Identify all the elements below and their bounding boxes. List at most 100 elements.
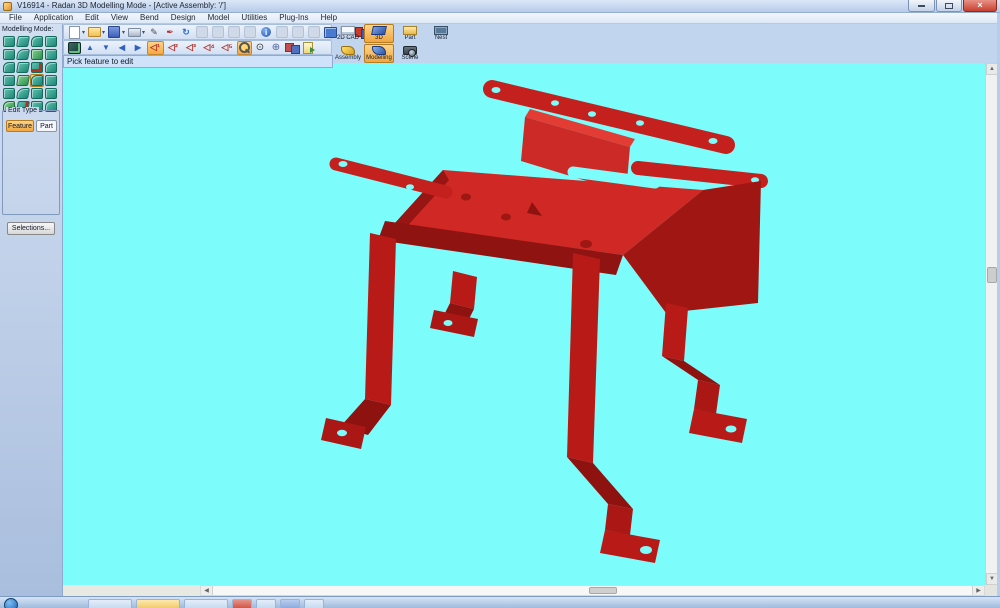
refresh-icon[interactable]: ↻ bbox=[179, 25, 194, 39]
assembly-wrench-icon bbox=[341, 46, 355, 55]
modelling-tool-icon[interactable] bbox=[16, 61, 30, 74]
modelling-tool-icon[interactable] bbox=[16, 74, 30, 87]
modelling-tool-icon[interactable] bbox=[16, 87, 30, 100]
new-file-icon[interactable] bbox=[67, 25, 82, 39]
modelling-tool-icon[interactable] bbox=[2, 61, 16, 74]
launcher-label: Modelling bbox=[366, 55, 392, 62]
bottom-strip: ◀ ▶ bbox=[63, 585, 985, 596]
taskbar-app-button[interactable] bbox=[256, 599, 276, 608]
bend-mode-1-icon[interactable]: ◁¹ bbox=[147, 41, 164, 55]
modelling-tool-icon[interactable] bbox=[44, 87, 58, 100]
edit-type-label: Edit Type bbox=[6, 107, 39, 115]
bend-mode-2-icon[interactable]: ◁² bbox=[165, 41, 182, 55]
part-folder-icon bbox=[403, 26, 417, 35]
minimize-button[interactable] bbox=[908, 0, 935, 12]
modelling-tool-icon[interactable] bbox=[2, 35, 16, 48]
view-left-icon[interactable]: ◀ bbox=[115, 41, 130, 55]
view-right-icon[interactable]: ▶ bbox=[131, 41, 146, 55]
export-icon[interactable] bbox=[301, 41, 316, 55]
copy-view-icon[interactable] bbox=[285, 41, 300, 55]
feature-zoom-icon[interactable] bbox=[237, 41, 252, 55]
bend-mode-5-icon[interactable]: ◁⁵ bbox=[219, 41, 236, 55]
launcher-scene[interactable]: Scene bbox=[395, 44, 425, 63]
menu-view[interactable]: View bbox=[105, 13, 134, 23]
bend-mode-3-icon[interactable]: ◁³ bbox=[183, 41, 200, 55]
selections-button[interactable]: Selections... bbox=[7, 222, 55, 235]
menu-edit[interactable]: Edit bbox=[79, 13, 105, 23]
modelling-tool-icon[interactable] bbox=[30, 35, 44, 48]
modelling-tool-icon[interactable] bbox=[2, 87, 16, 100]
start-button[interactable] bbox=[4, 598, 18, 608]
view-up-icon[interactable]: ▲ bbox=[83, 41, 98, 55]
sketch-pencil-icon[interactable]: ✎ bbox=[147, 25, 162, 39]
launcher-label: Nest bbox=[435, 35, 447, 42]
menu-utilities[interactable]: Utilities bbox=[235, 13, 273, 23]
mode-tool-icon[interactable] bbox=[67, 41, 82, 55]
maximize-button[interactable] bbox=[936, 0, 962, 12]
horizontal-scrollbar[interactable]: ◀ ▶ bbox=[200, 585, 985, 596]
info-icon[interactable] bbox=[259, 25, 274, 39]
circle-select-icon[interactable]: ⊙ bbox=[253, 41, 268, 55]
launcher-3d[interactable]: 3D bbox=[364, 24, 394, 43]
menu-application[interactable]: Application bbox=[28, 13, 79, 23]
taskbar-app-button[interactable] bbox=[184, 599, 228, 608]
open-dropdown-icon[interactable]: ▾ bbox=[102, 29, 105, 36]
scroll-left-icon[interactable]: ◀ bbox=[201, 586, 213, 595]
menu-file[interactable]: File bbox=[3, 13, 28, 23]
launcher-2d-cad[interactable]: 2D CAD bbox=[333, 24, 363, 43]
app-icon bbox=[3, 2, 12, 11]
scene-camera-icon bbox=[403, 46, 417, 55]
modelling-icon bbox=[372, 46, 386, 55]
close-button[interactable]: × bbox=[963, 0, 997, 12]
edit-type-feature-button[interactable]: Feature bbox=[6, 120, 34, 132]
launcher-nest[interactable]: Nest bbox=[426, 24, 456, 43]
mode-launcher: 2D CAD 3D Part Nest Assembly Modell bbox=[333, 24, 459, 64]
modelling-tool-icon[interactable] bbox=[2, 48, 16, 61]
edit-pen-icon[interactable]: ✒ bbox=[163, 25, 178, 39]
modelling-tool-icon[interactable] bbox=[16, 35, 30, 48]
axes-origin-icon[interactable]: ⊕ bbox=[269, 41, 284, 55]
modelling-tool-icon[interactable] bbox=[44, 61, 58, 74]
edit-type-part-button[interactable]: Part bbox=[36, 120, 57, 132]
taskbar-app-button[interactable] bbox=[232, 599, 252, 608]
modelling-tool-icon[interactable] bbox=[44, 74, 58, 87]
menu-help[interactable]: Help bbox=[315, 13, 343, 23]
menu-model[interactable]: Model bbox=[202, 13, 236, 23]
menu-plugins[interactable]: Plug-Ins bbox=[273, 13, 314, 23]
taskbar-app-button[interactable] bbox=[88, 599, 132, 608]
disabled-tool-icon bbox=[211, 25, 226, 39]
launcher-modelling[interactable]: Modelling bbox=[364, 44, 394, 63]
sidebar-title: Modelling Mode: bbox=[2, 26, 53, 33]
menu-design[interactable]: Design bbox=[165, 13, 202, 23]
modelling-tool-icon-active[interactable] bbox=[30, 74, 44, 87]
part-3d-model bbox=[63, 63, 985, 585]
modelling-tool-icon[interactable] bbox=[44, 35, 58, 48]
modelling-tool-icon[interactable] bbox=[16, 48, 30, 61]
print-dropdown-icon[interactable]: ▾ bbox=[142, 29, 145, 36]
open-file-icon[interactable] bbox=[87, 25, 102, 39]
modelling-tool-icon[interactable] bbox=[30, 61, 44, 74]
modelling-tool-icon[interactable] bbox=[44, 48, 58, 61]
launcher-assembly[interactable]: Assembly bbox=[333, 44, 363, 63]
vertical-scrollbar[interactable]: ▲ ▼ bbox=[985, 63, 997, 585]
modelling-tool-icon[interactable] bbox=[30, 48, 44, 61]
menu-bend[interactable]: Bend bbox=[134, 13, 165, 23]
print-icon[interactable] bbox=[127, 25, 142, 39]
prompt-bar: Pick feature to edit bbox=[63, 55, 333, 68]
modelling-tool-icon[interactable] bbox=[2, 74, 16, 87]
vertical-scroll-thumb[interactable] bbox=[987, 267, 997, 283]
launcher-part[interactable]: Part bbox=[395, 24, 425, 43]
save-icon[interactable] bbox=[107, 25, 122, 39]
bend-mode-4-icon[interactable]: ◁⁴ bbox=[201, 41, 218, 55]
save-dropdown-icon[interactable]: ▾ bbox=[122, 29, 125, 36]
taskbar-app-button[interactable] bbox=[136, 599, 180, 608]
viewport[interactable] bbox=[63, 63, 985, 585]
modelling-tool-icon[interactable] bbox=[30, 87, 44, 100]
launcher-label: 3D bbox=[375, 35, 383, 42]
scroll-right-icon[interactable]: ▶ bbox=[972, 586, 984, 595]
horizontal-scroll-thumb[interactable] bbox=[589, 587, 617, 594]
new-dropdown-icon[interactable]: ▾ bbox=[82, 29, 85, 36]
taskbar-app-button[interactable] bbox=[280, 599, 300, 608]
taskbar-app-button[interactable] bbox=[304, 599, 324, 608]
view-down-icon[interactable]: ▼ bbox=[99, 41, 114, 55]
